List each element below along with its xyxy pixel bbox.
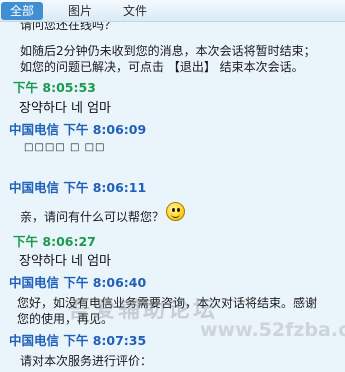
smiley-emoji-icon [166,202,185,221]
message-time: 8:06:09 [92,122,147,137]
message-filter-tabbar: 全部 图片 文件 [0,0,345,22]
message-body-line-2[interactable]: 您的使用，再见。 [17,310,113,327]
sender-name: 中国电信 下午 [9,122,89,137]
sender-name: 中国电信 下午 [9,333,89,348]
message-body[interactable]: □□□□ □ □□ [24,142,106,153]
sender-name: 中国电信 下午 [9,275,89,290]
chat-history-pane[interactable]: 请问您还在线吗？ 如随后2分钟仍未收到您的消息，本次会话将暂时结束； 如您的问题… [0,22,345,372]
sender-name: 下午 [13,234,39,249]
tab-images[interactable]: 图片 [64,2,96,20]
message-header-me: 下午 8:06:27 [13,231,96,250]
message-time: 8:06:27 [42,234,96,249]
sender-name: 中国电信 下午 [9,180,89,195]
message-header-service: 中国电信 下午 8:06:09 [9,119,146,138]
message-time: 8:05:53 [42,80,96,95]
message-body[interactable]: 장약하다 네 엄마 [19,250,111,269]
message-time: 8:06:40 [92,275,147,290]
message-time: 8:07:35 [92,333,147,348]
message-body[interactable]: 亲，请问有什么可以帮您？ [20,208,164,225]
message-header-service: 中国电信 下午 8:07:35 [9,330,146,349]
intro-line-2: 如随后2分钟仍未收到您的消息，本次会话将暂时结束； [20,44,316,58]
intro-line-3: 如您的问题已解决，可点击 【退出】 结束本次会话。 [20,60,304,74]
watermark-url: www.52fzba.com [200,319,345,341]
intro-line-1: 请问您还在线吗？ [20,22,117,32]
tab-files[interactable]: 文件 [118,2,152,20]
sender-name: 下午 [13,80,39,95]
message-header-me: 下午 8:05:53 [13,77,96,96]
message-time: 8:06:11 [92,180,147,195]
message-body-line-1[interactable]: 您好，如没有电信业务需要咨询，本次对话将结束。感谢 [17,294,317,311]
message-header-service: 中国电信 下午 8:06:11 [9,177,146,196]
message-header-service: 中国电信 下午 8:06:40 [9,272,146,291]
message-body[interactable]: 请对本次服务进行评价： [20,352,152,369]
message-body[interactable]: 장약하다 네 엄마 [19,97,111,116]
tab-all[interactable]: 全部 [1,2,43,20]
